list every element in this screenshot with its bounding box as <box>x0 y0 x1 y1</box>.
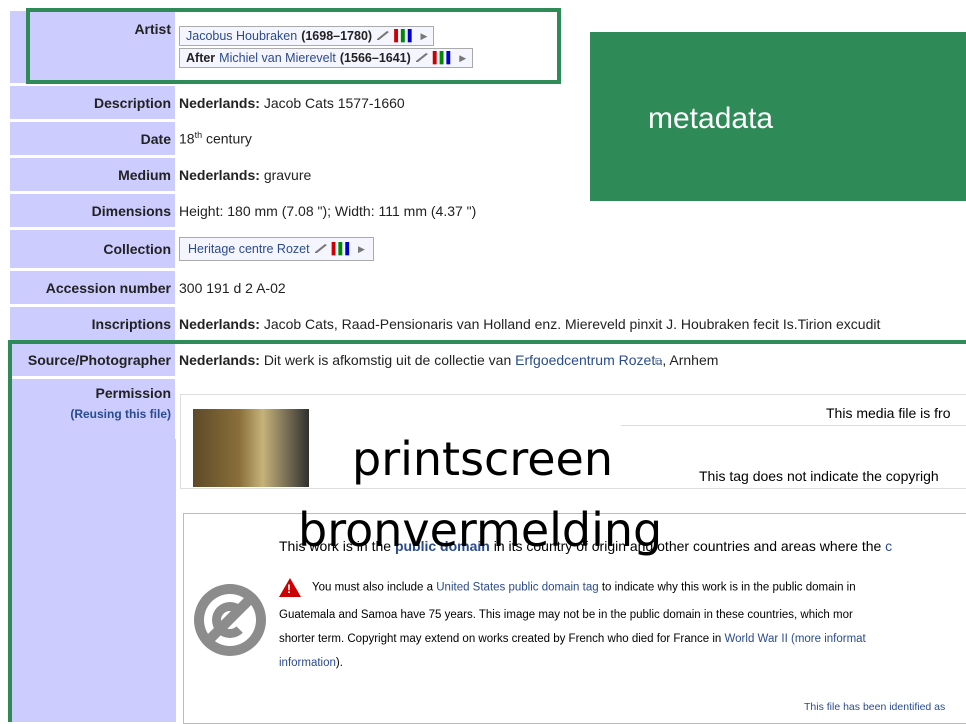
creator-box-houbraken: Jacobus Houbraken (1698–1780) ▌▌▌ ▶ <box>179 26 435 46</box>
permission-label: Permission <box>95 385 171 401</box>
source-post: , Arnhem <box>662 351 719 368</box>
language-label: Nederlands: <box>179 94 260 111</box>
collection-row: Collection Heritage centre Rozet ▌▌▌ ▶ <box>10 230 966 268</box>
date-number: 18 <box>179 130 195 147</box>
reusing-this-file-link[interactable]: (Reusing this file) <box>14 407 171 421</box>
information-link[interactable]: information <box>279 657 336 669</box>
artist-label: Artist <box>10 11 175 83</box>
source-text: Dit werk is afkomstig uit de collectie v… <box>263 351 512 368</box>
source-link[interactable]: Erfgoedcentrum Rozet <box>515 352 655 368</box>
date-century: century <box>205 130 252 147</box>
source-row: Source/Photographer Nederlands: Dit werk… <box>10 343 966 376</box>
expand-triangle-icon[interactable]: ▶ <box>459 53 466 64</box>
artist-link-houbraken[interactable]: Jacobus Houbraken <box>186 29 297 43</box>
language-label: Nederlands: <box>179 315 260 332</box>
accession-label: Accession number <box>10 271 175 304</box>
pd-war-text: shorter term. Copyright may extend on wo… <box>279 633 866 645</box>
wikidata-barcode-icon[interactable]: ▌▌▌ <box>394 30 415 42</box>
inscriptions-text: Jacob Cats, Raad-Pensionaris van Holland… <box>263 315 881 332</box>
description-label: Description <box>10 86 175 119</box>
inscriptions-row: Inscriptions Nederlands: Jacob Cats, Raa… <box>10 307 966 340</box>
edit-pencil-icon[interactable] <box>415 53 429 63</box>
expand-triangle-icon[interactable]: ▶ <box>358 244 365 255</box>
edit-pencil-icon[interactable] <box>376 31 390 41</box>
inscriptions-value: Nederlands: Jacob Cats, Raad-Pensionaris… <box>175 307 966 340</box>
source-value: Nederlands: Dit werk is afkomstig uit de… <box>175 343 966 376</box>
metadata-callout: metadata <box>590 32 966 201</box>
collection-link[interactable]: Heritage centre Rozet <box>188 242 310 256</box>
more-information-link[interactable]: (more informat <box>791 633 866 645</box>
world-war-ii-link[interactable]: World War II <box>725 633 788 645</box>
pd-warning: You must also include a United States pu… <box>279 578 856 597</box>
artist-prefix: After <box>186 51 216 65</box>
wikidata-barcode-icon[interactable]: ▌▌▌ <box>332 243 353 255</box>
collection-label: Collection <box>10 230 175 268</box>
pd-info-line: information). <box>279 657 343 669</box>
us-pd-tag-link[interactable]: United States public domain tag <box>436 582 598 594</box>
identified-text: This file has been identified as <box>804 701 946 713</box>
language-label: Nederlands: <box>179 351 260 368</box>
accession-value: 300 191 d 2 A-02 <box>175 271 966 304</box>
public-domain-icon <box>194 584 266 656</box>
media-file-text: This media file is fro <box>826 405 951 421</box>
medium-text: gravure <box>263 166 312 183</box>
copyright-tag-text: This tag does not indicate the copyrigh <box>699 468 939 484</box>
collection-value: Heritage centre Rozet ▌▌▌ ▶ <box>175 230 966 268</box>
warning-text: You must also include a <box>312 581 434 594</box>
institution-box: Heritage centre Rozet ▌▌▌ ▶ <box>179 237 374 261</box>
pd-countries-text: Guatemala and Samoa have 75 years. This … <box>279 609 853 621</box>
artist-dates: (1698–1780) <box>301 29 373 43</box>
medium-label: Medium <box>10 158 175 191</box>
description-text: Jacob Cats 1577-1660 <box>263 94 405 111</box>
warning-icon <box>279 578 301 597</box>
edit-pencil-icon[interactable] <box>314 244 328 254</box>
building-thumbnail[interactable] <box>193 409 309 487</box>
artist-link-mierevelt[interactable]: Michiel van Mierevelt <box>219 51 336 65</box>
permission-label-cell: Permission (Reusing this file) <box>10 379 175 439</box>
source-label: Source/Photographer <box>10 343 175 376</box>
warning-text: to indicate why this work is in the publ… <box>601 581 856 594</box>
media-divider <box>621 425 966 427</box>
creator-box-mierevelt: After Michiel van Mierevelt (1566–1641) … <box>179 48 474 68</box>
accession-row: Accession number 300 191 d 2 A-02 <box>10 271 966 304</box>
dimensions-label: Dimensions <box>10 194 175 227</box>
closing-text: ). <box>335 657 343 669</box>
inscriptions-label: Inscriptions <box>10 307 175 340</box>
metadata-label: metadata <box>648 102 774 135</box>
printscreen-label: printscreen <box>352 432 613 486</box>
artist-dates: (1566–1641) <box>339 51 411 65</box>
war-text: shorter term. Copyright may extend on wo… <box>279 633 722 645</box>
expand-triangle-icon[interactable]: ▶ <box>420 31 427 42</box>
bronvermelding-label: bronvermelding <box>298 503 663 557</box>
date-suffix: th <box>194 130 203 141</box>
wikidata-barcode-icon[interactable]: ▌▌▌ <box>433 52 454 64</box>
language-label: Nederlands: <box>179 166 260 183</box>
date-label: Date <box>10 122 175 155</box>
countries-link[interactable]: c <box>885 538 892 554</box>
